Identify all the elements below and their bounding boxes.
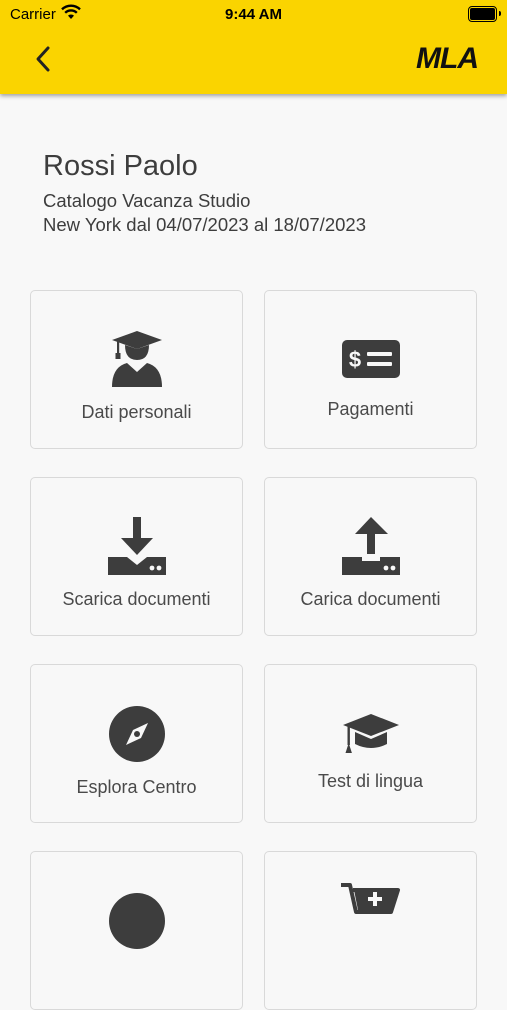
clock: 9:44 AM <box>225 6 282 23</box>
graduation-cap-icon <box>342 714 399 753</box>
program-dates: New York dal 04/07/2023 al 18/07/2023 <box>43 214 366 235</box>
tile-pagamenti[interactable]: $ Pagamenti <box>264 290 477 449</box>
download-icon <box>107 517 166 575</box>
tile-label: Dati personali <box>81 402 192 422</box>
program-name: Catalogo Vacanza Studio <box>43 190 251 211</box>
tile-label: Test di lingua <box>317 771 424 791</box>
booking-summary: Rossi Paolo Catalogo Vacanza Studio New … <box>43 150 366 237</box>
tile-esplora-centro[interactable]: Esplora Centro <box>30 664 243 823</box>
student-name: Rossi Paolo <box>43 150 198 182</box>
svg-text:$: $ <box>348 347 360 372</box>
tile-carica-documenti[interactable]: Carica documenti <box>264 477 477 636</box>
circle-icon <box>108 893 165 949</box>
tile-label: Esplora Centro <box>76 777 197 797</box>
status-bar: Carrier 9:44 AM <box>0 0 507 30</box>
tile-partial-right[interactable] <box>264 851 477 1010</box>
tile-test-di-lingua[interactable]: Test di lingua <box>264 664 477 823</box>
cart-plus-icon <box>340 883 400 914</box>
money-bill-icon: $ <box>341 340 400 378</box>
tile-dati-personali[interactable]: Dati personali <box>30 290 243 449</box>
compass-icon <box>108 706 165 762</box>
top-bar: Carrier 9:44 AM MLA <box>0 0 507 94</box>
back-button[interactable] <box>30 42 58 76</box>
tile-label: Pagamenti <box>327 399 414 419</box>
tile-scarica-documenti[interactable]: Scarica documenti <box>30 477 243 636</box>
tile-partial-left[interactable] <box>30 851 243 1010</box>
tile-label: Scarica documenti <box>62 589 211 609</box>
brand-logo: MLA <box>416 42 479 75</box>
tile-label: Carica documenti <box>300 589 441 609</box>
upload-icon <box>341 517 400 575</box>
battery-icon <box>468 6 501 22</box>
student-icon <box>111 331 162 387</box>
